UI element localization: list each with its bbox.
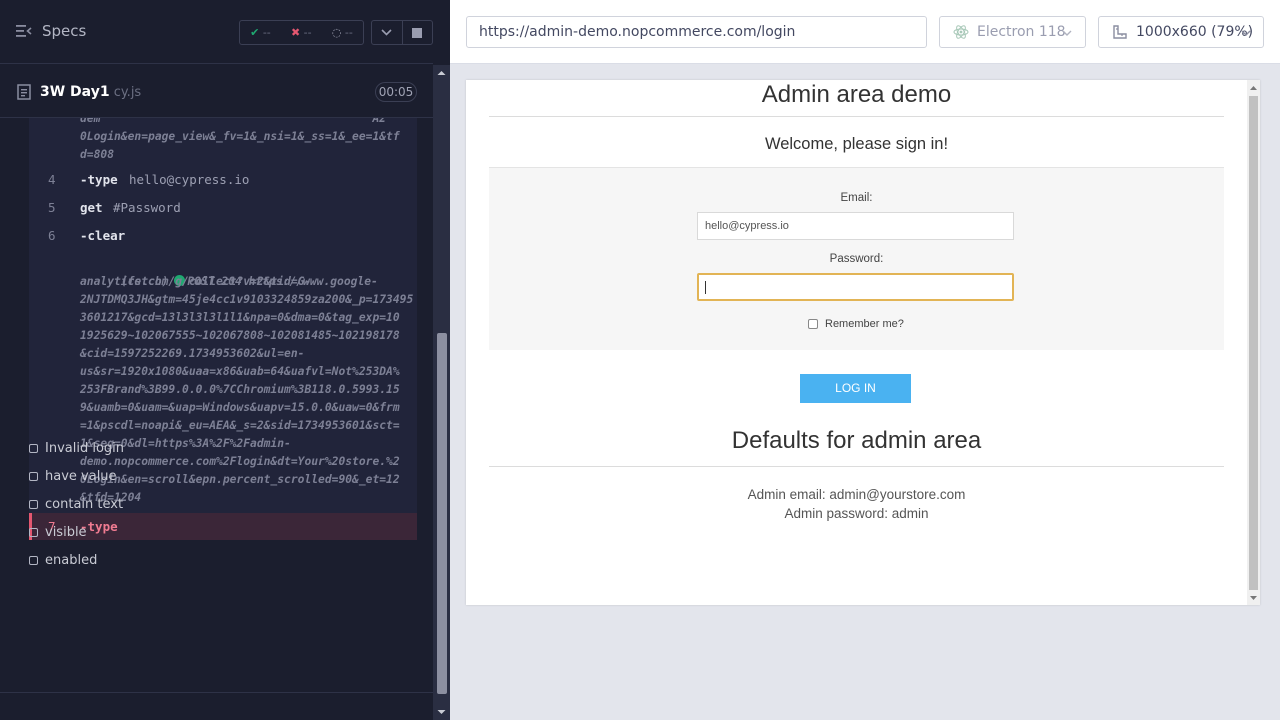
chevron-down-icon (1062, 30, 1072, 36)
electron-icon (953, 25, 969, 39)
scroll-down-arrow-icon (437, 710, 446, 714)
email-label: Email: (840, 192, 873, 204)
test-status-icon (29, 527, 38, 537)
pending-stat: ◌ -- (331, 26, 353, 39)
pending-icon: ◌ (331, 26, 342, 39)
test-stats: ✔ -- ✖ -- ◌ -- (239, 20, 364, 45)
stop-button[interactable] (403, 21, 433, 44)
previous-request-tail: dem A2 0Login&en=page_view&_fv=1&_nsi=1&… (80, 118, 400, 161)
stop-icon (412, 27, 423, 38)
runner-header: Specs ✔ -- ✖ -- ◌ -- (0, 0, 433, 64)
chevron-down-icon (1241, 30, 1251, 36)
scroll-up-arrow-icon (437, 71, 446, 75)
text-caret (705, 281, 706, 294)
expand-button[interactable] (372, 21, 403, 44)
fetch-request-url: analytics.com/g/collect?v=2&tid=G- 2NJTD… (80, 275, 414, 504)
remember-me[interactable]: Remember me? (808, 318, 904, 330)
spec-file-row[interactable]: 3W Day1 cy.js 00:05 (0, 65, 433, 118)
email-field[interactable]: hello@cypress.io (697, 212, 1014, 240)
scroll-up-arrow-icon (1250, 86, 1257, 90)
document-icon (17, 84, 31, 100)
frame-scroll-thumb[interactable] (1249, 96, 1258, 590)
log-scroll-thumb[interactable] (437, 333, 447, 694)
test-item[interactable]: contain text (29, 494, 123, 514)
page-title: Admin area demo (761, 81, 952, 108)
test-status-icon (29, 555, 38, 565)
cypress-runner-panel: Specs ✔ -- ✖ -- ◌ -- 3W Day1 cy.js 00:05 (0, 0, 450, 720)
specs-label: Specs (42, 22, 87, 40)
welcome-heading: Welcome, please sign in! (764, 135, 949, 153)
viewport-selector[interactable]: 1000x660 (79%) (1098, 16, 1264, 48)
chevron-down-icon (381, 29, 392, 36)
admin-email-info: Admin email: admin@yourstore.com (747, 487, 966, 502)
command-row-type[interactable]: 4 -type hello@cypress.io (29, 167, 417, 191)
ruler-icon (1113, 25, 1127, 39)
spec-name: 3W Day1 cy.js (40, 84, 142, 100)
test-status-icon (29, 499, 38, 509)
defaults-heading: Defaults for admin area (731, 427, 982, 454)
login-button[interactable]: LOG IN (800, 374, 911, 403)
admin-password-info: Admin password: admin (784, 506, 929, 521)
failed-stat: ✖ -- (290, 26, 312, 39)
command-row-get[interactable]: 5 get #Password (29, 195, 417, 219)
divider (489, 466, 1224, 467)
test-status-icon (29, 443, 38, 453)
password-field[interactable] (697, 273, 1014, 301)
divider (0, 692, 433, 693)
test-item[interactable]: enabled (29, 550, 97, 570)
menu-collapse-icon (16, 25, 32, 37)
run-timer: 00:05 (375, 82, 417, 102)
cross-icon: ✖ (290, 26, 301, 39)
check-icon: ✔ (250, 26, 260, 39)
specs-toggle[interactable]: Specs (16, 22, 86, 40)
test-item[interactable]: Invalid login (29, 438, 124, 458)
command-log: dem A2 0Login&en=page_view&_fv=1&_nsi=1&… (0, 118, 433, 692)
test-item[interactable]: have value (29, 466, 117, 486)
browser-selector[interactable]: Electron 118 (939, 16, 1086, 48)
command-row-type-active[interactable]: 7 -type (29, 513, 417, 540)
passed-stat: ✔ -- (250, 26, 271, 39)
run-controls (371, 20, 433, 45)
url-field[interactable]: https://admin-demo.nopcommerce.com/login (466, 16, 927, 48)
test-status-icon (29, 471, 38, 481)
password-label: Password: (829, 253, 884, 265)
test-item[interactable]: visible (29, 522, 87, 542)
command-row-clear[interactable]: 6 -clear (29, 223, 417, 247)
remember-me-checkbox[interactable] (808, 319, 818, 329)
scroll-down-arrow-icon (1250, 596, 1257, 600)
divider (489, 116, 1224, 117)
